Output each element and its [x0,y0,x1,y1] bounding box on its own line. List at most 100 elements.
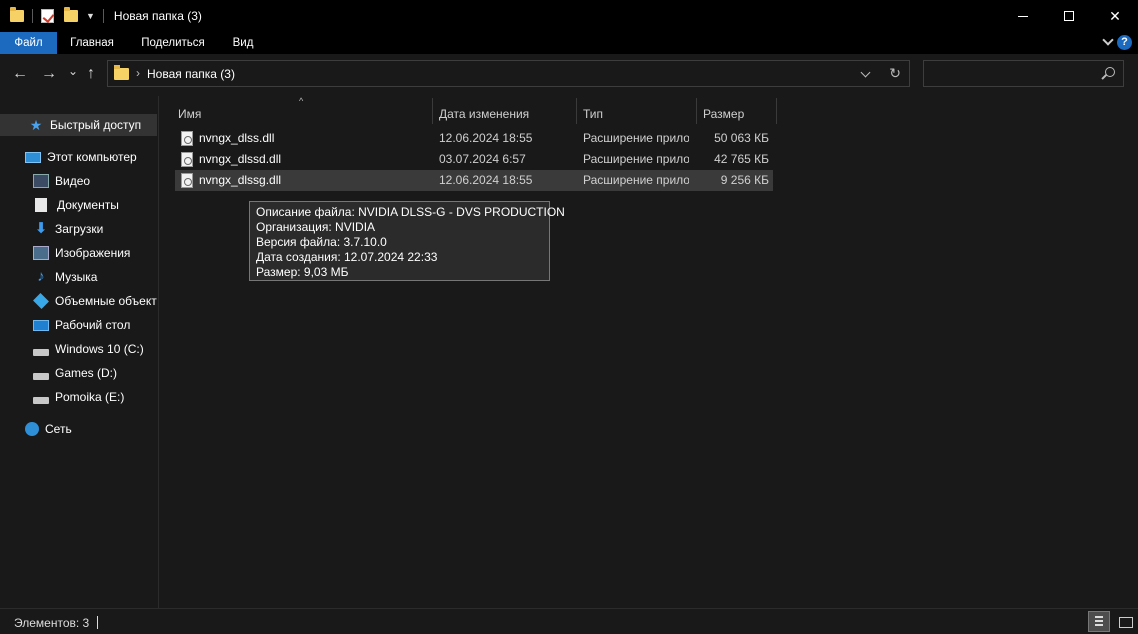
window-controls: ✕ [1000,0,1138,32]
address-bar[interactable]: › Новая папка (3) ↻ [107,60,910,87]
address-history-dropdown-icon[interactable] [860,67,871,78]
toolbar-divider [32,9,33,23]
sidebar-item-label: Этот компьютер [47,150,137,164]
file-name: nvngx_dlss.dll [199,131,275,145]
sidebar-item-this-pc[interactable]: Этот компьютер [25,146,137,168]
column-header-name[interactable]: Имя [178,101,428,123]
ribbon-tabs: Файл Главная Поделиться Вид ? [0,32,1138,54]
tab-home[interactable]: Главная [60,32,124,54]
system-drive-icon [33,348,49,356]
drive-icon [33,396,49,404]
breadcrumb-chevron-icon[interactable]: › [136,66,140,80]
new-folder-icon[interactable] [64,7,78,22]
search-icon[interactable] [1105,67,1115,77]
column-header-type[interactable]: Тип [583,101,693,123]
pictures-folder-icon [33,246,49,260]
table-row[interactable]: nvngx_dlss.dll 12.06.2024 18:55 Расширен… [175,128,773,149]
sidebar-item-label: Изображения [55,246,131,260]
column-header-size[interactable]: Размер [703,101,773,123]
title-bar: ▼ Новая папка (3) ✕ [0,0,1138,32]
file-type: Расширение приложения [583,152,689,166]
sidebar-item-network[interactable]: Сеть [25,418,72,440]
tooltip-version: Версия файла: 3.7.10.0 [256,235,387,249]
window-title: Новая папка (3) [113,9,202,23]
file-date: 12.06.2024 18:55 [439,131,533,145]
breadcrumb[interactable]: Новая папка (3) [147,67,235,81]
navigation-bar: ← → ⌄ ↑ › Новая папка (3) ↻ [0,54,1138,96]
forward-button[interactable]: → [41,66,57,82]
documents-folder-icon [35,198,47,212]
sidebar-item-label: Видео [55,174,91,188]
computer-icon [25,151,41,163]
column-divider[interactable] [576,98,577,124]
close-button[interactable]: ✕ [1092,0,1138,32]
close-icon: ✕ [1109,7,1121,24]
quick-access-toolbar: ▼ [0,0,112,32]
status-divider [97,616,98,629]
tooltip-size: Размер: 9,03 МБ [256,265,349,279]
tab-file[interactable]: Файл [0,32,57,54]
minimize-icon [1018,15,1028,17]
sidebar-item-label: Рабочий стол [55,318,131,332]
file-list: ^ Имя Дата изменения Тип Размер nvngx_dl… [160,96,1138,608]
refresh-button[interactable]: ↻ [889,65,901,82]
file-type: Расширение приложения [583,131,689,145]
tab-view[interactable]: Вид [224,32,262,54]
sidebar-item-pictures[interactable]: Изображения [33,242,130,264]
sidebar-item-label: Сеть [45,422,72,436]
toolbar-divider [102,9,104,23]
maximize-button[interactable] [1046,0,1092,32]
sidebar-item-desktop[interactable]: Рабочий стол [33,314,130,336]
sidebar-item-3d-objects[interactable]: Объемные объекты [33,290,157,312]
search-input[interactable] [923,60,1124,87]
properties-icon[interactable] [41,9,54,23]
sidebar-item-drive-d[interactable]: Games (D:) [33,362,117,384]
sidebar-item-videos[interactable]: Видео [33,170,90,192]
help-icon[interactable]: ? [1117,35,1132,50]
item-count: Элементов: 3 [14,616,90,630]
column-divider[interactable] [696,98,697,124]
downloads-folder-icon: ⬇ [34,220,48,237]
sidebar-item-quick-access[interactable]: ★ Быстрый доступ [0,114,157,136]
sidebar-item-drive-e[interactable]: Pomoika (E:) [33,386,124,408]
column-divider[interactable] [432,98,433,124]
dll-file-icon [181,131,193,146]
recent-locations-button[interactable]: ⌄ [68,63,78,79]
sidebar-item-label: Windows 10 (C:) [55,342,144,356]
sidebar-item-downloads[interactable]: ⬇ Загрузки [33,218,104,240]
tab-share[interactable]: Поделиться [130,32,216,54]
file-size: 50 063 КБ [714,131,769,145]
video-folder-icon [33,174,49,188]
3d-objects-icon [33,293,49,309]
tooltip-created: Дата создания: 12.07.2024 22:33 [256,250,438,264]
folder-icon [114,65,129,80]
table-row[interactable]: nvngx_dlssd.dll 03.07.2024 6:57 Расширен… [175,149,773,170]
customize-toolbar-dropdown-icon[interactable]: ▼ [86,11,95,21]
status-bar: Элементов: 3 [0,608,1138,634]
maximize-icon [1064,11,1074,21]
file-date: 03.07.2024 6:57 [439,152,526,166]
sidebar-item-label: Pomoika (E:) [55,390,125,404]
column-divider[interactable] [776,98,777,124]
music-folder-icon: ♪ [37,268,45,285]
tooltip-description: Описание файла: NVIDIA DLSS-G - DVS PROD… [256,205,565,219]
back-button[interactable]: ← [12,66,28,82]
star-icon: ★ [29,117,43,133]
folder-icon [10,7,24,22]
desktop-icon [33,319,49,331]
column-header-date[interactable]: Дата изменения [439,101,574,123]
file-name: nvngx_dlssg.dll [199,173,282,187]
sidebar-item-label: Быстрый доступ [50,118,142,132]
sidebar-item-music[interactable]: ♪ Музыка [33,266,97,288]
sidebar-item-documents[interactable]: Документы [35,194,119,216]
expand-ribbon-icon[interactable] [1102,34,1114,46]
sidebar-item-label: Музыка [55,270,98,284]
large-icons-view-button[interactable] [1114,611,1136,632]
details-view-button[interactable] [1088,611,1110,632]
dll-file-icon [181,152,193,167]
file-name: nvngx_dlssd.dll [199,152,282,166]
sidebar-item-drive-c[interactable]: Windows 10 (C:) [33,338,144,360]
minimize-button[interactable] [1000,0,1046,32]
up-button[interactable]: ↑ [87,66,95,82]
table-row-selected[interactable]: nvngx_dlssg.dll 12.06.2024 18:55 Расшире… [175,170,773,191]
